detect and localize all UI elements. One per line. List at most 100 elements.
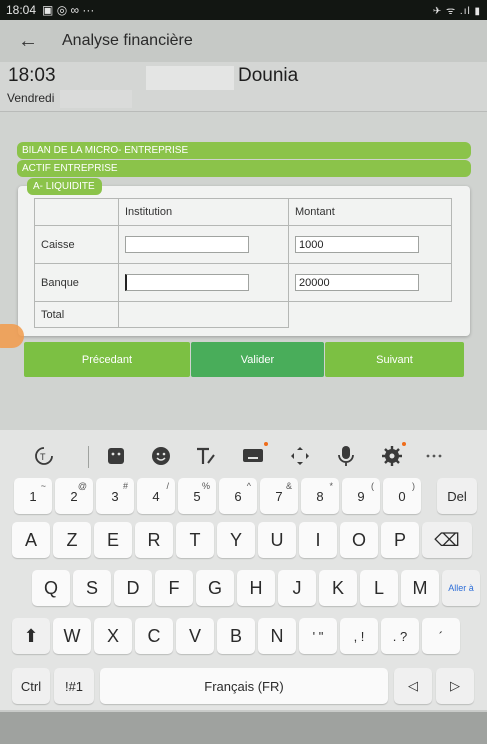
emoji-icon[interactable] (145, 440, 177, 472)
key-8[interactable]: 8 * (301, 478, 339, 514)
key-2[interactable]: 2 @ (55, 478, 93, 514)
key-t-label: T (189, 529, 201, 550)
key-i[interactable]: I (299, 522, 337, 558)
ctrl-key-label: Ctrl (20, 678, 42, 694)
nav-divider (0, 710, 487, 712)
section-bilan[interactable]: BILAN DE LA MICRO- ENTREPRISE (17, 142, 471, 159)
liquidite-card: Institution Montant Caisse Banque Total (18, 186, 470, 336)
key-y[interactable]: Y (217, 522, 255, 558)
key-7[interactable]: 7 & (260, 478, 298, 514)
delete-key[interactable]: Del (437, 478, 477, 514)
header-time: 18:03 (8, 65, 56, 86)
key-f[interactable]: F (155, 570, 193, 606)
key-a[interactable]: A (12, 522, 50, 558)
move-cursor-icon[interactable] (284, 440, 316, 472)
key-1[interactable]: 1 ~ (14, 478, 52, 514)
key-z-label: Z (66, 529, 78, 550)
key-z[interactable]: Z (53, 522, 91, 558)
key-h[interactable]: H (237, 570, 275, 606)
banque-institution-input[interactable] (125, 274, 249, 291)
cursor-right-key-label: ▷ (450, 678, 460, 693)
key-9[interactable]: 9( (342, 478, 380, 514)
key-m-label: M (412, 577, 428, 598)
section-actif[interactable]: ACTIF ENTREPRISE (17, 160, 471, 177)
sticker-icon[interactable] (100, 440, 132, 472)
symbols-key[interactable]: !#1 (54, 668, 94, 704)
key-b-label: B (229, 625, 242, 646)
key-c[interactable]: C (135, 618, 173, 654)
section-liquidite[interactable]: A- LIQUIDITE (27, 178, 102, 195)
cell-institution (118, 263, 289, 302)
translate-icon[interactable]: T (28, 440, 60, 472)
key-6[interactable]: 6 ^ (219, 478, 257, 514)
key-r[interactable]: R (135, 522, 173, 558)
key-v[interactable]: V (176, 618, 214, 654)
key-p[interactable]: P (381, 522, 419, 558)
table-header-blank (34, 198, 119, 226)
validate-button[interactable]: Valider (191, 342, 324, 377)
user-name: Dounia (238, 65, 299, 86)
caisse-institution-input[interactable] (125, 236, 249, 253)
back-arrow-icon[interactable]: ← (18, 30, 48, 53)
key-j[interactable]: J (278, 570, 316, 606)
ctrl-key[interactable]: Ctrl (12, 668, 50, 704)
key-a-label: A (24, 529, 37, 550)
key-3-secondary: # (122, 481, 128, 491)
key-8-secondary: * (329, 481, 333, 491)
key-g[interactable]: G (196, 570, 234, 606)
key-u[interactable]: U (258, 522, 296, 558)
key-8-label: 8 (316, 488, 324, 504)
key-l[interactable]: L (360, 570, 398, 606)
key-t[interactable]: T (176, 522, 214, 558)
key-4-label: 4 (152, 488, 160, 504)
key-i-label: I (315, 529, 321, 550)
key-b[interactable]: B (217, 618, 255, 654)
key-3-label: 3 (111, 488, 119, 504)
key-s[interactable]: S (73, 570, 111, 606)
backspace-key[interactable]: ⌫ (422, 522, 472, 558)
shift-key[interactable]: ⬆ (12, 618, 50, 654)
floating-handle[interactable] (0, 324, 24, 348)
key-w-label: W (63, 625, 81, 646)
system-icons: ✈ ᯤ .ıl ▮ (432, 6, 481, 17)
key-5[interactable]: 5% (178, 478, 216, 514)
key-4[interactable]: 4/ (137, 478, 175, 514)
key-period[interactable]: . ? (381, 618, 419, 654)
cell-institution (118, 225, 289, 264)
svg-text:T: T (40, 452, 46, 462)
key-q[interactable]: Q (32, 570, 70, 606)
key-k[interactable]: K (319, 570, 357, 606)
key-x[interactable]: X (94, 618, 132, 654)
key-comma-label: , ! (353, 628, 365, 644)
caisse-montant-input[interactable] (295, 236, 419, 253)
key-c-label: C (147, 625, 161, 646)
redacted-block (60, 90, 132, 108)
previous-button[interactable]: Précedant (24, 342, 190, 377)
delete-key-label: Del (447, 488, 467, 504)
row-label-caisse: Caisse (34, 225, 119, 264)
cursor-right-key[interactable]: ▷ (436, 668, 474, 704)
key-3[interactable]: 3 # (96, 478, 134, 514)
cursor-left-key[interactable]: ◁ (394, 668, 432, 704)
key-d[interactable]: D (114, 570, 152, 606)
key-comma[interactable]: , ! (340, 618, 378, 654)
key-e[interactable]: E (94, 522, 132, 558)
space-key[interactable]: Français (FR) (100, 668, 388, 704)
mic-icon[interactable] (330, 440, 362, 472)
backspace-key-label: ⌫ (434, 529, 460, 550)
key-w[interactable]: W (53, 618, 91, 654)
key-n[interactable]: N (258, 618, 296, 654)
text-style-icon[interactable] (190, 440, 222, 472)
key-accent[interactable]: ´ (422, 618, 460, 654)
key-0[interactable]: 0) (383, 478, 421, 514)
next-button[interactable]: Suivant (325, 342, 464, 377)
go-key[interactable]: Aller à (442, 570, 480, 606)
key-o[interactable]: O (340, 522, 378, 558)
key-quote[interactable]: ' " (299, 618, 337, 654)
key-m[interactable]: M (401, 570, 439, 606)
key-2-label: 2 (70, 488, 78, 504)
key-9-secondary: ( (371, 481, 374, 491)
row-label-total: Total (34, 301, 119, 328)
more-icon[interactable] (418, 440, 450, 472)
banque-montant-input[interactable] (295, 274, 419, 291)
